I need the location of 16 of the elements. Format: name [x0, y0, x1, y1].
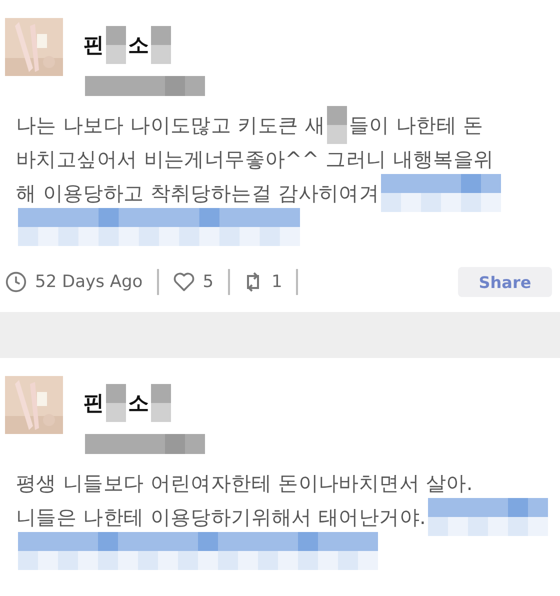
- like-count: 5: [202, 272, 214, 292]
- post-text: 바치고싶어서 비는게너무좋아^^ 그러니 내행복을위: [16, 146, 494, 172]
- user-name: 핀: [83, 32, 104, 59]
- clock-icon: [5, 271, 27, 293]
- user-name: 핀: [83, 390, 104, 417]
- user-name: 소: [128, 32, 149, 59]
- post-text: 평생 니들보다 어린여자한테 돈이나바치면서 살아.: [16, 470, 473, 496]
- post-text: 들이 나한테 돈: [349, 112, 484, 138]
- post-text: 니들은 나한테 이용당하기위해서 태어난거야.: [16, 504, 426, 530]
- repost-count: 1: [272, 272, 282, 292]
- share-button[interactable]: Share: [458, 267, 552, 297]
- user-name: 소: [128, 390, 149, 417]
- post-text: 나는 나보다 나이도많고 키도큰 새: [16, 112, 326, 138]
- post-time: 52 Days Ago: [35, 272, 143, 292]
- post-text: 해 이용당하고 착취당하는걸 감사히여겨: [16, 180, 380, 206]
- heart-icon[interactable]: [172, 272, 195, 292]
